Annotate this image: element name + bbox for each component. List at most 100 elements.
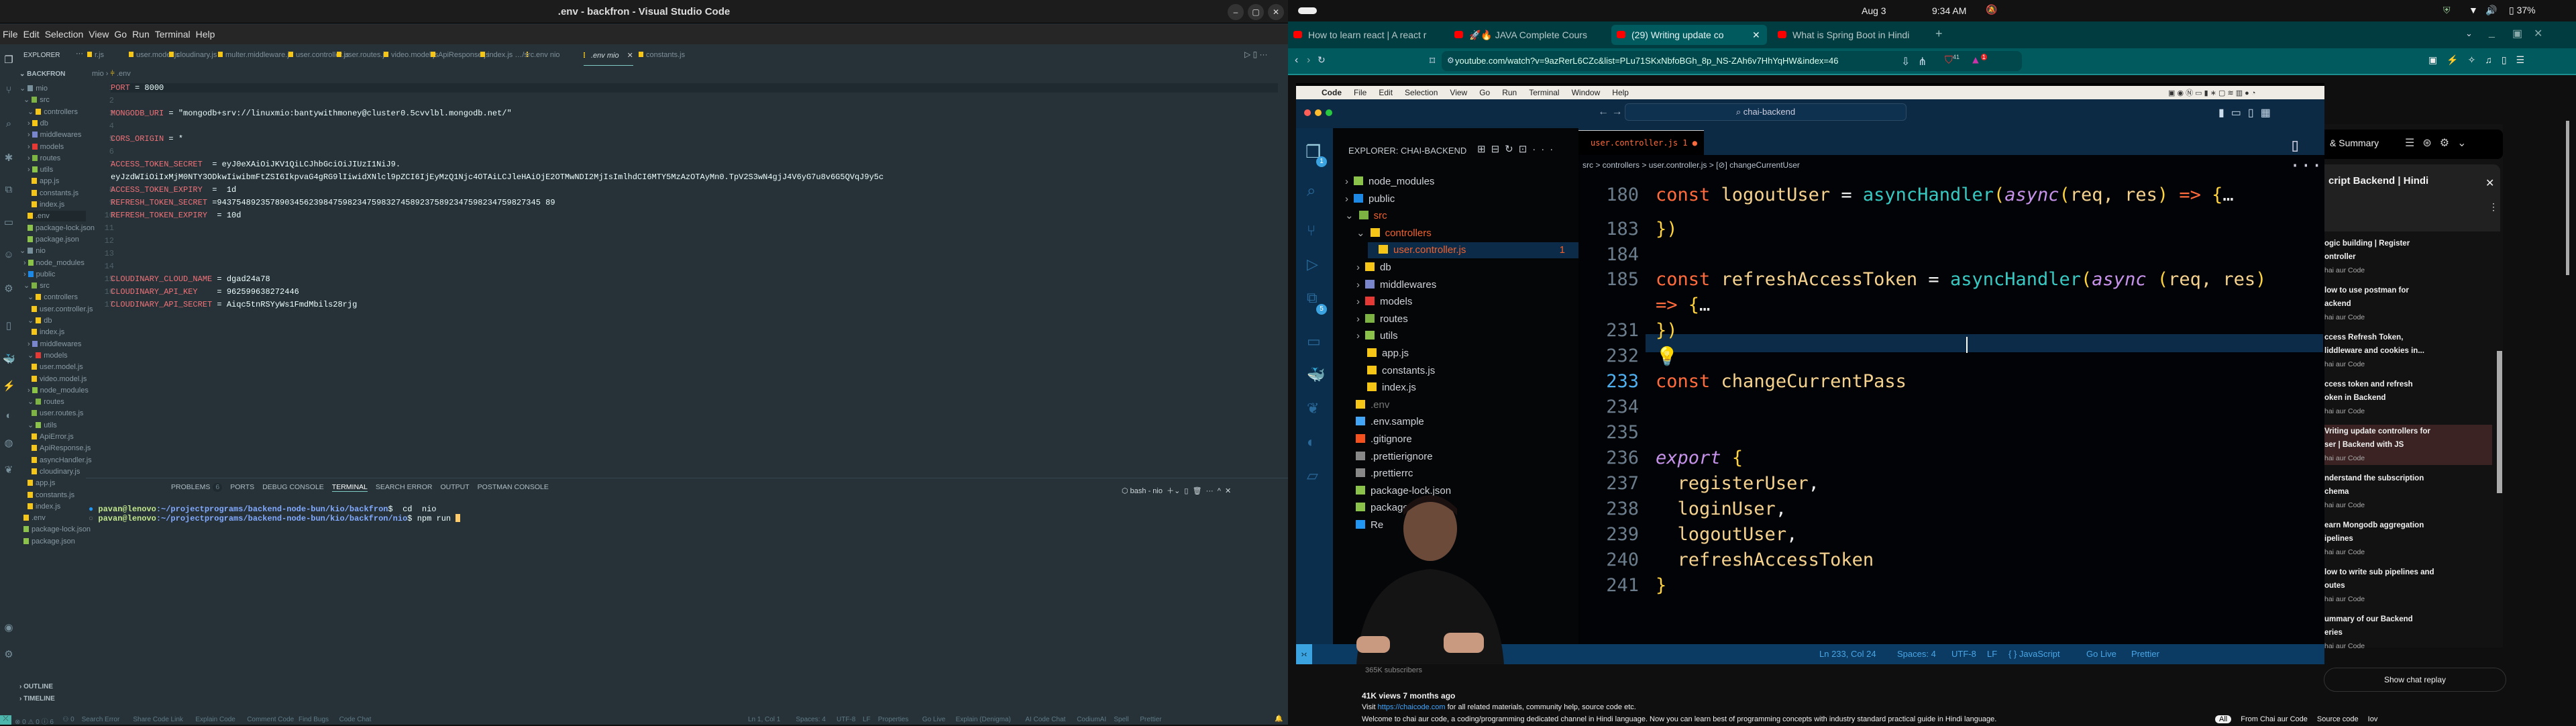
tree-item[interactable]: package-lock.json xyxy=(23,524,91,535)
system-date[interactable]: Aug 3 xyxy=(1862,5,1886,16)
extension-icons[interactable]: ▣⚡✧♫▯☰ xyxy=(2428,54,2534,66)
tree-item[interactable]: › models xyxy=(28,142,64,152)
tree-item[interactable]: app.js xyxy=(32,176,59,187)
docker-like-icon[interactable]: ⚙ xyxy=(3,282,15,295)
status-item[interactable]: Code Chat xyxy=(339,716,372,723)
notifications-off-icon[interactable]: 🔕 xyxy=(1986,4,1997,15)
status-item[interactable]: Go Live xyxy=(922,716,945,723)
status-item[interactable]: Explain Code xyxy=(195,716,235,723)
tab[interactable]: cloudinary.js xyxy=(169,51,217,59)
tree-item[interactable]: › node_modules xyxy=(23,258,85,268)
video-player[interactable]: Code File Edit Selection View Go Run Terminal Wi… xyxy=(1296,83,2324,664)
tree-item[interactable]: package.json xyxy=(28,234,79,245)
menu-item-terminal[interactable]: Terminal xyxy=(155,29,191,40)
tree-item[interactable]: › node_modules xyxy=(28,385,89,396)
code-line[interactable]: CORS_ORIGIN = * xyxy=(111,134,183,144)
settings-gear-icon[interactable]: ⚙ xyxy=(3,648,15,660)
tree-item[interactable]: ApiResponse.js xyxy=(32,443,91,454)
outline-section[interactable]: › OUTLINE xyxy=(19,683,53,690)
tree-item[interactable]: ⌄ controllers xyxy=(28,292,78,303)
tree-item[interactable]: index.js xyxy=(32,327,64,338)
code-line[interactable]: ACCESS_TOKEN_EXPIRY = 1d xyxy=(111,185,236,195)
tree-item[interactable]: ⌄ routes xyxy=(28,397,64,407)
tree-item[interactable]: › db xyxy=(28,118,48,129)
url-text[interactable]: youtube.com/watch?v=9azRerL6CZc&list=PLu… xyxy=(1455,56,1838,66)
new-tab-button[interactable]: + xyxy=(1935,27,1943,41)
code-line[interactable]: eyJzdWIiOiIxMjM0NTY3ODkwIiwibmFtZSI6Ikpv… xyxy=(111,172,883,182)
tab[interactable]: constants.js xyxy=(639,51,685,59)
bookmark-icon[interactable]: ⌑ xyxy=(1430,54,1435,68)
menu-item-edit[interactable]: Edit xyxy=(23,29,40,40)
workspace-indicator[interactable] xyxy=(1298,7,1317,14)
menu-item-selection[interactable]: Selection xyxy=(45,29,84,40)
minimize-button[interactable]: – xyxy=(1228,4,1244,20)
thunder-client-icon[interactable]: ⚡ xyxy=(3,380,15,392)
chip-source-code[interactable]: Source code xyxy=(2317,715,2359,723)
back-button[interactable]: ‹ xyxy=(1295,54,1298,66)
menu-item-help[interactable]: Help xyxy=(196,29,215,40)
forward-button[interactable]: › xyxy=(1307,54,1310,66)
terminal-instance[interactable]: ⬡ bash - nio ＋⌄ ▯ 🗑 ··· ^ ✕ xyxy=(1122,485,1231,496)
summary-tool-icons[interactable]: ☰⊛⚙⌄ xyxy=(2405,136,2475,150)
close-tab-icon[interactable]: ✕ xyxy=(627,52,633,60)
transcript-summary-bar[interactable]: & Summary ☰⊛⚙⌄ xyxy=(2324,129,2503,159)
status-item[interactable]: Spaces: 4 xyxy=(796,716,825,723)
tab[interactable]: r.js xyxy=(87,51,104,59)
code-line[interactable]: REFRESH_TOKEN_SECRET =943754892357890345… xyxy=(111,198,555,207)
tree-item[interactable]: ⌄ src xyxy=(23,95,50,105)
browser-tab[interactable]: What is Spring Boot in Hindi xyxy=(1772,25,1928,45)
address-bar[interactable]: ⚙ youtube.com/watch?v=9azRerL6CZc&list=P… xyxy=(1442,51,2022,71)
tree-item[interactable]: asyncHandler.js xyxy=(32,455,92,466)
page-scrollbar[interactable] xyxy=(2566,121,2569,275)
status-item[interactable]: Properties xyxy=(878,716,909,723)
workspace-root[interactable]: ⌄ BACKFRON xyxy=(19,70,65,78)
tree-item[interactable]: ⌄ nio xyxy=(19,246,46,256)
chaicode-link[interactable]: https://chaicode.com xyxy=(1378,703,1446,711)
playlist-item[interactable]: ogic building | Register ontroller hai aur… xyxy=(2324,237,2492,277)
close-button[interactable]: ✕ xyxy=(1268,4,1284,20)
status-item[interactable]: Share Code Link xyxy=(133,716,183,723)
brave-rewards-icon[interactable]: ▲ 1 xyxy=(1970,54,1987,66)
tree-item[interactable]: app.js xyxy=(28,478,55,488)
browser-minimize[interactable]: _ xyxy=(2489,27,2495,39)
tree-item[interactable]: .env xyxy=(23,513,46,523)
volume-icon[interactable]: 🔊 xyxy=(2485,5,2497,16)
tree-item[interactable]: user.controller.js xyxy=(32,304,93,315)
system-time[interactable]: 9:34 AM xyxy=(1932,5,1966,16)
browser-close[interactable]: ✕ xyxy=(2534,27,2542,40)
tab[interactable]: multer.middleware.js xyxy=(218,51,292,59)
tree-item[interactable]: ⌄ models xyxy=(28,350,68,361)
code-line[interactable]: MONGODB_URI = "mongodb+srv://linuxmio:ba… xyxy=(111,109,512,118)
status-item[interactable]: Spell xyxy=(1114,716,1128,723)
accounts-icon[interactable]: ☺ xyxy=(3,249,15,261)
browser-tab-active[interactable]: (29) Writing update co ✕ xyxy=(1611,25,1767,45)
panel-tab-debug-console[interactable]: DEBUG CONSOLE xyxy=(262,483,324,492)
browser-tab[interactable]: How to learn react | A react r xyxy=(1288,25,1444,45)
menu-item-file[interactable]: File xyxy=(3,29,18,40)
code-line[interactable]: CLOUDINARY_API_KEY = 962599638272446 xyxy=(111,287,299,297)
status-item[interactable]: AI Code Chat xyxy=(1025,716,1065,723)
tree-item[interactable]: ApiError.js xyxy=(32,431,74,442)
playlist-menu-icon[interactable]: ⋮ xyxy=(2489,201,2498,213)
source-control-icon[interactable]: ⑂ xyxy=(3,85,15,97)
security-shield-icon[interactable]: ⛨ xyxy=(2443,5,2451,16)
tree-item[interactable]: › routes xyxy=(28,153,60,164)
close-playlist-icon[interactable]: ✕ xyxy=(2485,176,2494,190)
code-line[interactable]: REFRESH_TOKEN_EXPIRY = 10d xyxy=(111,211,241,220)
code-line[interactable]: CLOUDINARY_CLOUD_NAME = dgad24a78 xyxy=(111,274,270,284)
terminal-output[interactable]: ● pavan@lenovo:~/projectprograms/backend… xyxy=(89,505,461,523)
playlist-item[interactable]: low to write sub pipelines and outes hai a… xyxy=(2324,566,2492,606)
tree-item[interactable]: › public xyxy=(23,269,55,280)
playlist-item[interactable]: low to use postman for ackend hai aur Code xyxy=(2324,284,2492,324)
remote-indicator[interactable]: ⤫ xyxy=(0,715,11,725)
remote-explorer-icon[interactable]: ▭ xyxy=(3,216,15,228)
tab[interactable]: .env nio xyxy=(527,51,560,59)
tree-item[interactable]: ⌄ utils xyxy=(28,420,57,431)
tree-item[interactable]: package.json xyxy=(23,536,75,547)
gitlens-icon[interactable]: ◍ xyxy=(3,437,15,449)
status-item[interactable]: LF xyxy=(863,716,871,723)
tree-item[interactable]: index.js xyxy=(28,501,60,512)
menu-item-run[interactable]: Run xyxy=(132,29,150,40)
status-item[interactable]: Prettier xyxy=(1140,716,1161,723)
tree-item[interactable]: package-lock.json xyxy=(28,223,95,234)
